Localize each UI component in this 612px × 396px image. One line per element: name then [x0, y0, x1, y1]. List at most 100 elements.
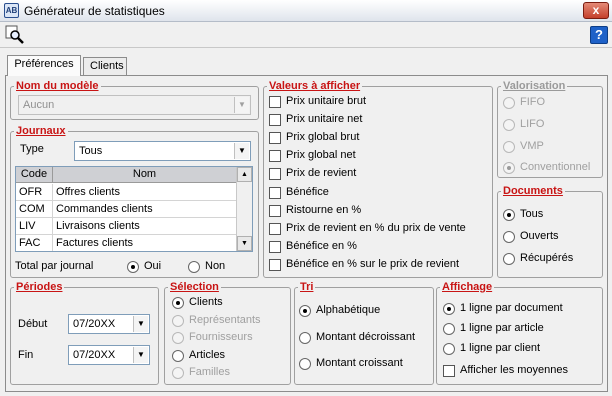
app-icon: AB: [4, 3, 19, 18]
prix-de-revient-en-du-prix-de-vente-label: Prix de revient en % du prix de vente: [286, 221, 466, 234]
ouverts-label: Ouverts: [520, 230, 559, 242]
journaux-legend: Journaux: [16, 125, 66, 137]
radio-ouverts[interactable]: [503, 231, 515, 243]
prix-global-brut-label: Prix global brut: [286, 131, 360, 144]
code-cell: LIV: [16, 218, 53, 235]
valorisation-legend: Valorisation: [503, 80, 566, 92]
alphabetique-label: Alphabétique: [316, 304, 381, 316]
type-select-value: Tous: [79, 145, 103, 157]
fournisseurs-label: Fournisseurs: [189, 331, 253, 344]
articles-label: Articles: [189, 348, 226, 361]
column-header-nom: Nom: [53, 167, 237, 183]
close-button[interactable]: x: [583, 2, 609, 19]
column-header-code: Code: [16, 167, 53, 183]
tab-clients[interactable]: Clients: [83, 57, 127, 75]
vmp-label: VMP: [520, 139, 544, 152]
valeurs-legend: Valeurs à afficher: [269, 80, 361, 92]
radio-clients[interactable]: [172, 297, 184, 309]
model-select[interactable]: Aucun ▼: [18, 95, 251, 115]
debut-label: Début: [18, 318, 48, 330]
type-select[interactable]: Tous ▼: [74, 141, 251, 161]
periodes-legend: Périodes: [16, 281, 63, 293]
chevron-down-icon: ▼: [133, 316, 148, 332]
benefice-en-sur-le-prix-de-revient-label: Bénéfice en % sur le prix de revient: [286, 257, 460, 270]
radio-1-ligne-par-document[interactable]: [443, 303, 455, 315]
recuperes-label: Récupérés: [520, 252, 574, 264]
scroll-up-icon[interactable]: ▲: [237, 167, 252, 182]
radio-tous[interactable]: [503, 209, 515, 221]
familles-label: Familles: [189, 366, 230, 379]
prix-unitaire-brut-label: Prix unitaire brut: [286, 95, 367, 107]
radio-fifo: [503, 97, 515, 109]
type-label: Type: [20, 143, 44, 155]
checkbox-prix-global-net[interactable]: [269, 150, 281, 163]
tous-label: Tous: [520, 208, 544, 220]
table-row[interactable]: LIV Livraisons clients: [16, 218, 237, 235]
fin-label: Fin: [18, 349, 34, 361]
code-cell: COM: [16, 201, 53, 218]
toolbar: ?: [0, 22, 612, 48]
affichage-legend: Affichage: [442, 281, 493, 293]
radio-alphabetique[interactable]: [299, 305, 311, 317]
preferences-panel: Nom du modèle Aucun ▼ Journaux Type Tous…: [5, 75, 608, 392]
help-button[interactable]: ?: [590, 26, 608, 44]
total-oui-radio[interactable]: [127, 261, 139, 273]
benefice-en-label: Bénéfice en %: [286, 239, 357, 252]
representants-label: Représentants: [189, 313, 261, 326]
table-row[interactable]: COM Commandes clients: [16, 201, 237, 218]
radio-articles[interactable]: [172, 349, 184, 362]
radio-montant-croissant[interactable]: [299, 358, 311, 370]
model-legend: Nom du modèle: [16, 80, 99, 92]
checkbox-benefice[interactable]: [269, 186, 281, 199]
nom-cell: Livraisons clients: [53, 218, 237, 235]
montant-croissant-label: Montant croissant: [316, 357, 403, 369]
checkbox-benefice-en-sur-le-prix-de-revient[interactable]: [269, 258, 281, 271]
tab-preferences[interactable]: Préférences: [7, 55, 81, 76]
afficher-moyennes-label: Afficher les moyennes: [460, 364, 569, 376]
1-ligne-par-article-label: 1 ligne par article: [460, 322, 544, 335]
nom-cell: Commandes clients: [53, 201, 237, 218]
checkbox-prix-unitaire-brut[interactable]: [269, 96, 281, 108]
afficher-moyennes-checkbox[interactable]: [443, 365, 455, 377]
debut-date-select[interactable]: 07/20XX ▼: [68, 314, 150, 334]
radio-representants: [172, 314, 184, 327]
table-scrollbar[interactable]: ▲ ▼: [236, 167, 252, 251]
checkbox-ristourne-en[interactable]: [269, 204, 281, 217]
code-cell: OFR: [16, 184, 53, 201]
clients-label: Clients: [189, 296, 223, 308]
zoom-button[interactable]: [5, 25, 25, 45]
ristourne-en-label: Ristourne en %: [286, 203, 362, 216]
checkbox-prix-de-revient[interactable]: [269, 168, 281, 181]
table-row[interactable]: FAC Factures clients: [16, 235, 237, 251]
checkbox-prix-global-brut[interactable]: [269, 132, 281, 145]
total-label: Total par journal: [15, 260, 94, 272]
total-non-radio[interactable]: [188, 261, 200, 273]
total-oui-label: Oui: [144, 260, 162, 272]
radio-recuperes[interactable]: [503, 253, 515, 265]
model-select-value: Aucun: [23, 99, 55, 111]
total-non-label: Non: [205, 260, 226, 272]
conventionnel-label: Conventionnel: [520, 161, 591, 174]
fin-date-value: 07/20XX: [73, 349, 116, 361]
prix-global-net-label: Prix global net: [286, 149, 356, 162]
window-title: Générateur de statistiques: [24, 4, 165, 18]
1-ligne-par-document-label: 1 ligne par document: [460, 302, 563, 314]
debut-date-value: 07/20XX: [73, 318, 116, 330]
fin-date-select[interactable]: 07/20XX ▼: [68, 345, 150, 365]
checkbox-benefice-en[interactable]: [269, 240, 281, 253]
radio-vmp: [503, 140, 515, 153]
title-bar: AB Générateur de statistiques x: [0, 0, 612, 22]
tri-legend: Tri: [300, 281, 314, 293]
scroll-down-icon[interactable]: ▼: [237, 236, 252, 251]
1-ligne-par-client-label: 1 ligne par client: [460, 342, 541, 355]
checkbox-prix-de-revient-en-du-prix-de-vente[interactable]: [269, 222, 281, 235]
montant-decroissant-label: Montant décroissant: [316, 330, 416, 343]
radio-montant-decroissant[interactable]: [299, 331, 311, 344]
table-row[interactable]: OFR Offres clients: [16, 184, 237, 201]
prix-de-revient-label: Prix de revient: [286, 167, 357, 180]
benefice-label: Bénéfice: [286, 185, 329, 198]
fifo-label: FIFO: [520, 96, 546, 108]
radio-lifo: [503, 118, 515, 131]
nom-cell: Factures clients: [53, 235, 237, 251]
checkbox-prix-unitaire-net[interactable]: [269, 114, 281, 127]
